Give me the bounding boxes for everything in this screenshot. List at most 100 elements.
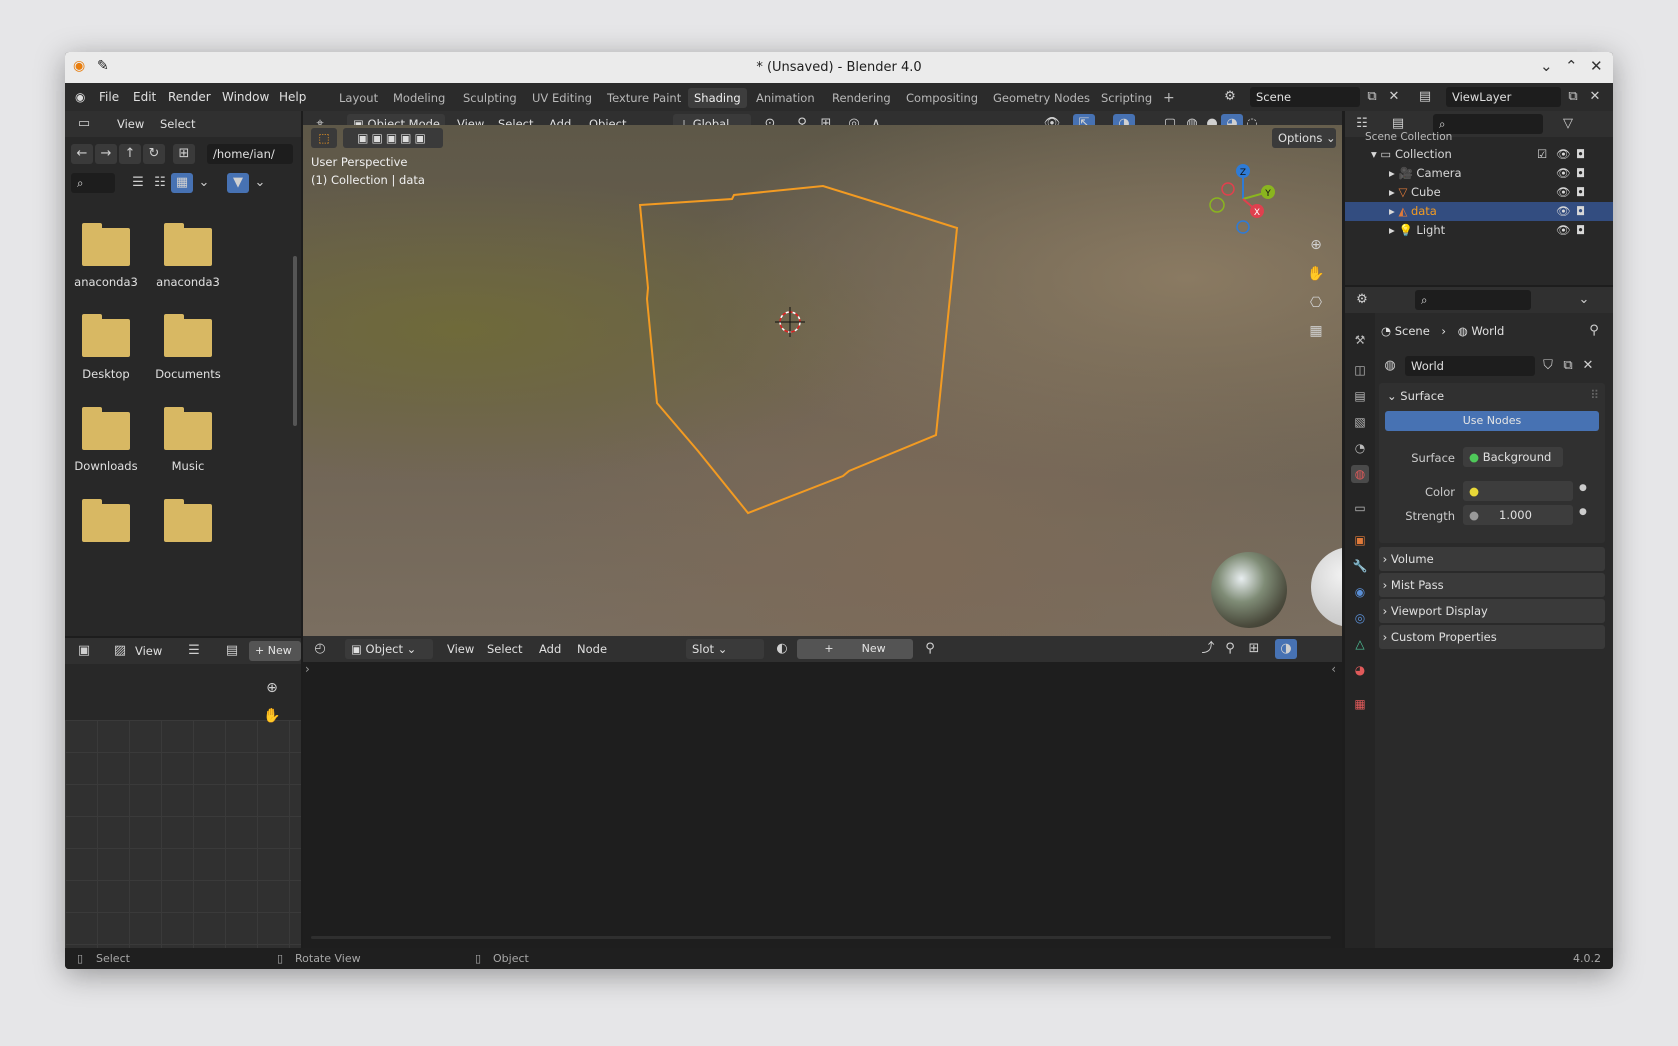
- image-grid[interactable]: [65, 720, 301, 948]
- pin-icon[interactable]: ⚲: [1583, 321, 1605, 341]
- tab-animation[interactable]: Animation: [750, 88, 821, 108]
- editor-type-icon[interactable]: ◴: [309, 639, 331, 659]
- ie-view-menu[interactable]: View: [135, 644, 162, 658]
- tab-modeling[interactable]: Modeling: [387, 88, 451, 108]
- pan-hand-icon[interactable]: ✋: [1305, 264, 1327, 284]
- pictures-folder-icon[interactable]: [82, 499, 130, 542]
- new-view-layer-icon[interactable]: ⧉: [1562, 87, 1584, 107]
- render-tab-icon[interactable]: ◫: [1351, 361, 1369, 379]
- tab-layout[interactable]: Layout: [333, 88, 384, 108]
- pin-icon[interactable]: ⚲: [919, 639, 941, 659]
- keyframe-dot-icon[interactable]: ●: [1579, 507, 1587, 517]
- keyframe-dot-icon[interactable]: ●: [1579, 483, 1587, 493]
- hamburger-icon[interactable]: ☰: [183, 641, 205, 661]
- world-name-field[interactable]: World: [1405, 356, 1535, 376]
- downloads-folder-icon[interactable]: [82, 407, 130, 450]
- music-folder-icon[interactable]: [164, 407, 212, 450]
- scrollbar[interactable]: [311, 936, 1331, 939]
- snap-target-icon[interactable]: ⊞: [1243, 639, 1265, 659]
- folder-icon[interactable]: [164, 223, 212, 266]
- refresh-icon[interactable]: ↻: [143, 144, 165, 164]
- tool-tab-icon[interactable]: ⚒: [1351, 331, 1369, 349]
- data-tab-icon[interactable]: △: [1351, 635, 1369, 653]
- tab-texture-paint[interactable]: Texture Paint: [601, 88, 687, 108]
- ne-add-menu[interactable]: Add: [539, 642, 561, 656]
- duplicate-icon[interactable]: ⧉: [1557, 356, 1579, 376]
- forward-icon[interactable]: →: [95, 144, 117, 164]
- eye-icon[interactable]: 👁: [1556, 164, 1571, 183]
- expand-sidebar-icon[interactable]: ‹: [1331, 662, 1336, 676]
- tab-compositing[interactable]: Compositing: [900, 88, 984, 108]
- camera-render-icon[interactable]: ◘: [1576, 164, 1585, 183]
- new-folder-icon[interactable]: ⊞: [173, 144, 195, 164]
- navigation-gizmo[interactable]: Z Y X: [1203, 159, 1283, 239]
- menu-edit[interactable]: Edit: [133, 90, 156, 104]
- output-tab-icon[interactable]: ▤: [1351, 387, 1369, 405]
- outliner-item-cube[interactable]: ▸ ▽ Cube 👁 ◘: [1345, 183, 1613, 202]
- fake-user-icon[interactable]: ⛉: [1537, 356, 1559, 376]
- checkbox-icon[interactable]: ☑: [1537, 145, 1547, 164]
- back-icon[interactable]: ←: [71, 144, 93, 164]
- scene-collection-row[interactable]: Scene Collection: [1345, 131, 1613, 145]
- camera-render-icon[interactable]: ◘: [1576, 183, 1585, 202]
- options-dropdown-icon[interactable]: ⌄: [1573, 290, 1595, 310]
- new-scene-icon[interactable]: ⧉: [1361, 87, 1383, 107]
- scene-tab-icon[interactable]: ◔: [1351, 439, 1369, 457]
- viewport-display-panel[interactable]: › Viewport Display: [1379, 599, 1605, 623]
- unlink-icon[interactable]: ✕: [1577, 356, 1599, 376]
- view-layer-icon[interactable]: ▤: [1414, 87, 1436, 107]
- zoom-icon[interactable]: ⊕: [261, 678, 283, 698]
- tab-geometry-nodes[interactable]: Geometry Nodes: [987, 88, 1096, 108]
- file-item-label[interactable]: Documents: [148, 367, 228, 381]
- 3d-viewport[interactable]: ⬚ ▣▣▣▣▣ Options ⌄ User Perspective (1) C…: [303, 125, 1342, 636]
- outliner-item-camera[interactable]: ▸ 🎥 Camera 👁 ◘: [1345, 164, 1613, 183]
- delete-scene-icon[interactable]: ✕: [1383, 87, 1405, 107]
- menu-window[interactable]: Window: [222, 90, 269, 104]
- selected-object-outline[interactable]: [303, 125, 1342, 636]
- material-browse-icon[interactable]: ◐: [771, 639, 793, 659]
- properties-search-input[interactable]: ⌕: [1415, 290, 1531, 310]
- world-tab-icon[interactable]: ◍: [1351, 465, 1369, 483]
- editor-type-icon[interactable]: ⚙: [1351, 290, 1373, 310]
- texture-tab-icon[interactable]: ▦: [1351, 695, 1369, 713]
- expand-toolbar-icon[interactable]: ›: [305, 662, 310, 676]
- image-browse-icon[interactable]: ▤: [221, 641, 243, 661]
- camera-render-icon[interactable]: ◘: [1576, 145, 1585, 164]
- drag-handle-icon[interactable]: ⠿: [1590, 388, 1599, 402]
- blender-menu-icon[interactable]: ◉: [75, 90, 85, 104]
- shader-type-select[interactable]: ▣ Object ⌄: [345, 639, 433, 659]
- camera-view-icon[interactable]: ⎔: [1305, 293, 1327, 313]
- close-icon[interactable]: ✕: [1590, 57, 1603, 75]
- eye-icon[interactable]: 👁: [1556, 221, 1571, 240]
- particles-tab-icon[interactable]: ◉: [1351, 583, 1369, 601]
- volume-panel[interactable]: › Volume: [1379, 547, 1605, 571]
- mist-pass-panel[interactable]: › Mist Pass: [1379, 573, 1605, 597]
- menu-render[interactable]: Render: [168, 90, 211, 104]
- maximize-icon[interactable]: ⌃: [1565, 57, 1578, 75]
- zoom-icon[interactable]: ⊕: [1305, 235, 1327, 255]
- delete-view-layer-icon[interactable]: ✕: [1584, 87, 1606, 107]
- tab-rendering[interactable]: Rendering: [826, 88, 897, 108]
- scene-field[interactable]: Scene: [1250, 87, 1360, 107]
- perspective-toggle-icon[interactable]: ▦: [1305, 321, 1327, 341]
- camera-render-icon[interactable]: ◘: [1576, 221, 1585, 240]
- fb-select-menu[interactable]: Select: [160, 117, 195, 131]
- parent-dir-icon[interactable]: ↑: [119, 144, 141, 164]
- overlays-icon[interactable]: ◑: [1275, 639, 1297, 659]
- scrollbar[interactable]: [293, 256, 297, 426]
- physics-tab-icon[interactable]: ◎: [1351, 609, 1369, 627]
- tab-shading[interactable]: Shading: [688, 88, 747, 108]
- camera-render-icon[interactable]: ◘: [1576, 202, 1585, 221]
- ie-new-button[interactable]: + New: [249, 641, 301, 661]
- ne-view-menu[interactable]: View: [447, 642, 474, 656]
- use-nodes-button[interactable]: Use Nodes: [1385, 411, 1599, 431]
- snap-icon[interactable]: ⚲: [1219, 639, 1241, 659]
- path-field[interactable]: /home/ian/: [207, 144, 293, 164]
- breadcrumb-world[interactable]: World: [1471, 324, 1504, 338]
- view-mode-icon[interactable]: ▨: [109, 641, 131, 661]
- pan-hand-icon[interactable]: ✋: [261, 706, 283, 726]
- folder-icon[interactable]: [82, 223, 130, 266]
- tab-sculpting[interactable]: Sculpting: [457, 88, 523, 108]
- menu-help[interactable]: Help: [279, 90, 306, 104]
- surface-panel-header[interactable]: ⌄ Surface: [1387, 389, 1444, 403]
